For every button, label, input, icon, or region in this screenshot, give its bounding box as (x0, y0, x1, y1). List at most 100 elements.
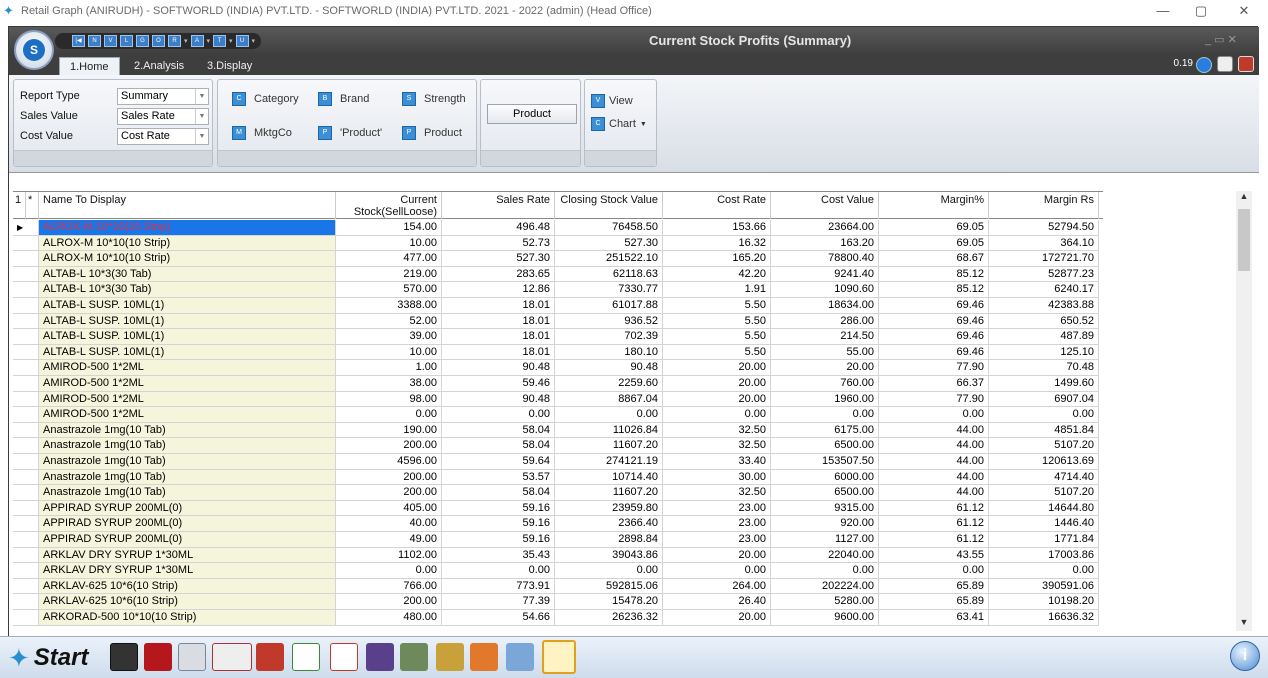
cell-cost-value[interactable]: 202224.00 (771, 578, 879, 595)
cell-cost-value[interactable]: 22040.00 (771, 547, 879, 564)
table-row[interactable]: APPIRAD SYRUP 200ML(0) 40.00 59.16 2366.40 2… (13, 516, 1103, 532)
row-indicator[interactable] (13, 610, 39, 626)
cell-margin-pct[interactable]: 0.00 (879, 563, 989, 579)
cell-name[interactable]: ALTAB-L SUSP. 10ML(1) (39, 344, 336, 361)
row-indicator[interactable] (13, 298, 39, 314)
cell-name[interactable]: AMIROD-500 1*2ML (39, 391, 336, 408)
qat-list-icon[interactable]: L (120, 35, 133, 47)
cell-cost-value[interactable]: 153507.50 (771, 454, 879, 470)
chart-button[interactable]: C Chart ▼ (591, 117, 647, 131)
cell-margin-pct[interactable]: 65.89 (879, 578, 989, 595)
cell-current-stock[interactable]: 10.00 (336, 235, 442, 252)
cell-cost-rate[interactable]: 42.20 (663, 266, 771, 283)
table-row[interactable]: ▶ ALROX-M 10*10(10 Strip) 154.00 496.48 7645… (13, 220, 1103, 236)
qat-first-icon[interactable]: |◀ (72, 35, 85, 47)
cell-name[interactable]: AMIROD-500 1*2ML (39, 376, 336, 392)
cell-closing-value[interactable]: 23959.80 (555, 500, 663, 517)
cell-cost-rate[interactable]: 16.32 (663, 235, 771, 252)
row-indicator[interactable] (13, 422, 39, 439)
mktgco-button[interactable]: M MktgCo (232, 126, 292, 140)
product-quoted-button[interactable]: P 'Product' (318, 126, 382, 140)
cell-margin-rs[interactable]: 390591.06 (989, 578, 1099, 595)
cell-current-stock[interactable]: 1.00 (336, 360, 442, 376)
cell-cost-value[interactable]: 9315.00 (771, 500, 879, 517)
cell-margin-pct[interactable]: 61.12 (879, 516, 989, 532)
cell-current-stock[interactable]: 40.00 (336, 516, 442, 532)
table-row[interactable]: ARKORAD-500 10*10(10 Strip) 480.00 54.66 26… (13, 610, 1103, 626)
cell-sales-rate[interactable]: 773.91 (442, 578, 555, 595)
cell-closing-value[interactable]: 527.30 (555, 235, 663, 252)
cell-cost-value[interactable]: 760.00 (771, 376, 879, 392)
column-header-margin-rs[interactable]: Margin Rs (989, 192, 1099, 219)
cell-cost-rate[interactable]: 32.50 (663, 485, 771, 501)
row-indicator[interactable] (13, 360, 39, 376)
row-indicator[interactable] (13, 500, 39, 517)
cell-cost-value[interactable]: 286.00 (771, 313, 879, 330)
cell-name[interactable]: ALROX-M 10*10(10 Strip) (39, 220, 336, 236)
cell-current-stock[interactable]: 766.00 (336, 578, 442, 595)
row-indicator[interactable] (13, 454, 39, 470)
table-row[interactable]: AMIROD-500 1*2ML 98.00 90.48 8867.04 20.00 19… (13, 391, 1103, 408)
table-row[interactable]: ARKLAV DRY SYRUP 1*30ML 0.00 0.00 0.00 0.00 0… (13, 563, 1103, 579)
cell-cost-rate[interactable]: 0.00 (663, 563, 771, 579)
row-indicator-header[interactable]: 1 (13, 192, 26, 219)
cell-name[interactable]: Anastrazole 1mg(10 Tab) (39, 469, 336, 486)
cell-margin-rs[interactable]: 17003.86 (989, 547, 1099, 564)
cell-name[interactable]: Anastrazole 1mg(10 Tab) (39, 485, 336, 501)
cost-value-select[interactable]: Cost Rate ▼ (117, 128, 209, 145)
cell-cost-rate[interactable]: 23.00 (663, 532, 771, 548)
cell-cost-rate[interactable]: 5.50 (663, 329, 771, 345)
table-row[interactable]: AMIROD-500 1*2ML 0.00 0.00 0.00 0.00 0.00 0.00… (13, 407, 1103, 423)
cell-name[interactable]: Anastrazole 1mg(10 Tab) (39, 438, 336, 454)
cell-cost-value[interactable]: 6500.00 (771, 438, 879, 454)
cell-cost-rate[interactable]: 165.20 (663, 251, 771, 267)
cell-cost-rate[interactable]: 5.50 (663, 298, 771, 314)
row-indicator[interactable] (13, 516, 39, 532)
table-row[interactable]: Anastrazole 1mg(10 Tab) 200.00 58.04 11607.… (13, 438, 1103, 454)
cell-name[interactable]: APPIRAD SYRUP 200ML(0) (39, 516, 336, 532)
cell-closing-value[interactable]: 39043.86 (555, 547, 663, 564)
column-header-cost-value[interactable]: Cost Value (771, 192, 879, 219)
cell-cost-rate[interactable]: 20.00 (663, 360, 771, 376)
cell-closing-value[interactable]: 76458.50 (555, 220, 663, 236)
cell-closing-value[interactable]: 2366.40 (555, 516, 663, 532)
cell-current-stock[interactable]: 0.00 (336, 407, 442, 423)
copy-icon[interactable] (542, 640, 576, 674)
table-row[interactable]: AMIROD-500 1*2ML 38.00 59.46 2259.60 20.00 76… (13, 376, 1103, 392)
cell-margin-rs[interactable]: 172721.70 (989, 251, 1099, 267)
table-row[interactable]: AMIROD-500 1*2ML 1.00 90.48 90.48 20.00 20.00… (13, 360, 1103, 376)
help-icon[interactable] (1196, 57, 1212, 73)
cell-current-stock[interactable]: 1102.00 (336, 547, 442, 564)
cell-closing-value[interactable]: 7330.77 (555, 282, 663, 298)
cell-cost-value[interactable]: 920.00 (771, 516, 879, 532)
stock-icon[interactable] (110, 643, 138, 671)
table-row[interactable]: ALROX-M 10*10(10 Strip) 10.00 52.73 527.30 1… (13, 235, 1103, 252)
product-group-button[interactable]: P Product (402, 126, 462, 140)
cell-margin-rs[interactable]: 16636.32 (989, 610, 1099, 626)
cell-closing-value[interactable]: 10714.40 (555, 469, 663, 486)
cell-sales-rate[interactable]: 496.48 (442, 220, 555, 236)
cell-margin-pct[interactable]: 44.00 (879, 485, 989, 501)
cell-cost-value[interactable]: 214.50 (771, 329, 879, 345)
table-row[interactable]: ALTAB-L SUSP. 10ML(1) 52.00 18.01 936.52 5.5… (13, 313, 1103, 330)
scroll-thumb[interactable] (1238, 209, 1250, 271)
cell-closing-value[interactable]: 180.10 (555, 344, 663, 361)
cell-sales-rate[interactable]: 58.04 (442, 438, 555, 454)
row-indicator[interactable] (13, 251, 39, 267)
cell-cost-rate[interactable]: 23.00 (663, 516, 771, 532)
cell-sales-rate[interactable]: 58.04 (442, 422, 555, 439)
cell-sales-rate[interactable]: 0.00 (442, 563, 555, 579)
cell-margin-pct[interactable]: 85.12 (879, 266, 989, 283)
row-indicator[interactable] (13, 282, 39, 298)
cell-current-stock[interactable]: 98.00 (336, 391, 442, 408)
cell-margin-rs[interactable]: 364.10 (989, 235, 1099, 252)
cell-margin-pct[interactable]: 66.37 (879, 376, 989, 392)
table-row[interactable]: Anastrazole 1mg(10 Tab) 200.00 58.04 11607.… (13, 485, 1103, 501)
cell-sales-rate[interactable]: 18.01 (442, 313, 555, 330)
qat-open-icon[interactable]: O (152, 35, 165, 47)
cell-current-stock[interactable]: 477.00 (336, 251, 442, 267)
cell-margin-rs[interactable]: 52794.50 (989, 220, 1099, 236)
cell-margin-pct[interactable]: 69.05 (879, 220, 989, 236)
exit-icon[interactable] (1238, 56, 1254, 72)
cell-current-stock[interactable]: 480.00 (336, 610, 442, 626)
